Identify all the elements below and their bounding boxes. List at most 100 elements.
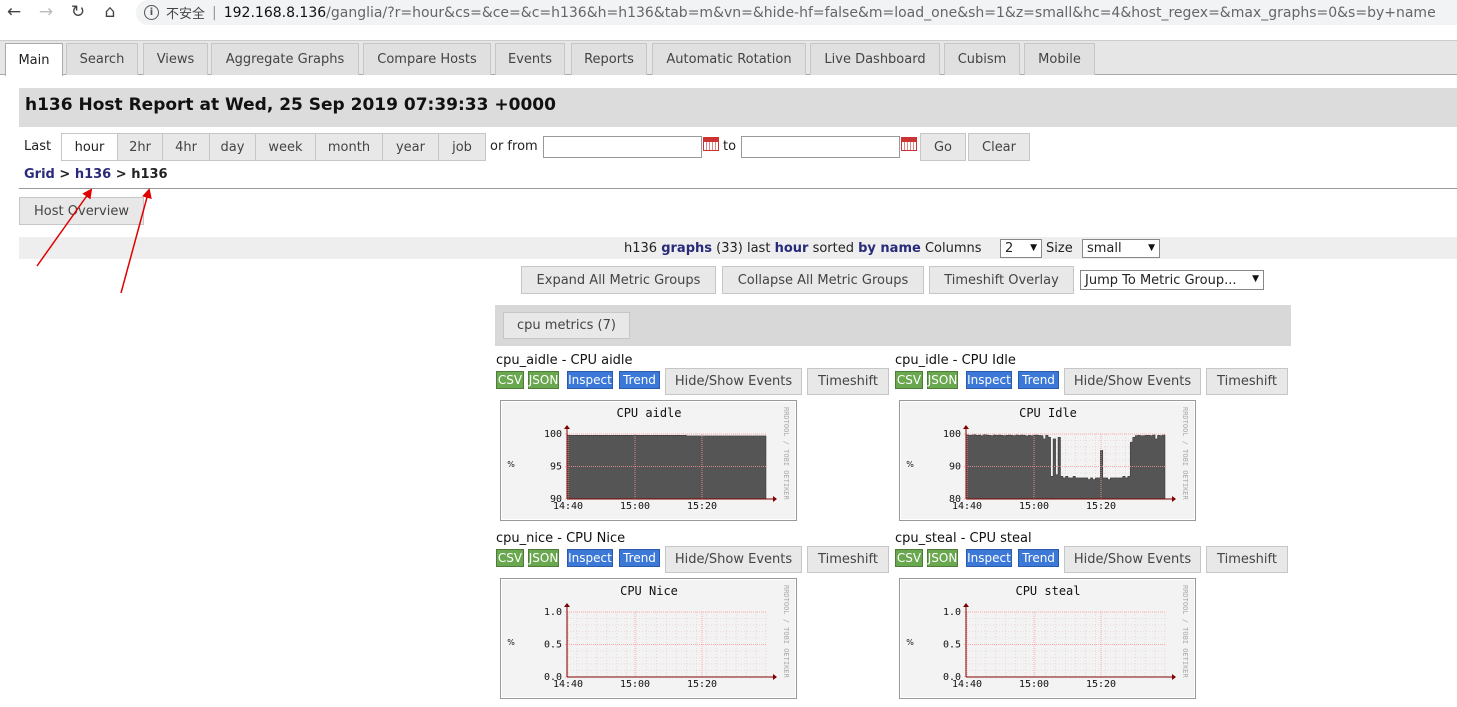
breadcrumb-cluster-link[interactable]: h136 (75, 167, 111, 182)
go-button[interactable]: Go (920, 133, 966, 161)
tab-automatic-rotation[interactable]: Automatic Rotation (652, 43, 806, 75)
chart-title: CPU Idle (1019, 406, 1077, 420)
columns-label: Columns (924, 241, 982, 256)
hide-show-events-button[interactable]: Hide/Show Events (1064, 368, 1201, 395)
timeshift-overlay-button[interactable]: Timeshift Overlay (929, 266, 1074, 294)
host-overview-button[interactable]: Host Overview (19, 197, 144, 225)
rrdtool-watermark: RRDTOOL / TOBI OETIKER (782, 585, 790, 679)
cpu-metrics-toggle[interactable]: cpu metrics (7) (503, 312, 630, 339)
rrd-graph[interactable]: 100 95 90 14:40 15:00 15:20 CPU aidle% RRDTOOL … (500, 400, 797, 521)
csv-button[interactable]: CSV (895, 549, 923, 567)
x-tick-label: 14:40 (553, 501, 583, 512)
address-bar[interactable]: i 不安全 | 192.168.8.136/ganglia/?r=hour&cs… (136, 0, 1457, 25)
chart-svg: 1.00.50.014:40 15:00 15:20CPU Nice% RRDTOOL… (507, 584, 790, 690)
tab-events[interactable]: Events (495, 43, 565, 75)
y-axis-label: % (906, 460, 914, 469)
hide-show-events-button[interactable]: Hide/Show Events (665, 546, 802, 573)
columns-select[interactable]: 2 ▼ (1000, 239, 1042, 258)
series-area (566, 435, 767, 500)
back-icon[interactable]: ← (4, 2, 24, 22)
reload-icon[interactable]: ↻ (68, 2, 88, 22)
json-button[interactable]: JSON (927, 549, 958, 567)
tab-reports[interactable]: Reports (571, 43, 647, 75)
y-tick-label: 1.0 (544, 607, 562, 618)
url-host: 192.168.8.136 (223, 4, 327, 21)
jump-to-group-select[interactable]: Jump To Metric Group... ▼ (1080, 270, 1264, 290)
tab-main[interactable]: Main (5, 43, 63, 76)
calendar-icon[interactable] (901, 137, 917, 151)
graph-caption: cpu_aidle - CPU aidle (496, 353, 633, 368)
trend-button[interactable]: Trend (619, 371, 660, 389)
breadcrumb-grid-link[interactable]: Grid (24, 167, 55, 182)
csv-button[interactable]: CSV (895, 371, 923, 389)
tab-views[interactable]: Views (143, 43, 208, 75)
rrd-graph[interactable]: 1.0 0.5 0.0 14:40 15:00 15:20 CPU steal% RRDTOO… (899, 578, 1196, 699)
info-icon[interactable]: i (144, 5, 159, 20)
range-2hr-button[interactable]: 2hr (118, 134, 163, 160)
jump-to-group-value: Jump To Metric Group... (1085, 272, 1237, 288)
hide-show-events-button[interactable]: Hide/Show Events (665, 368, 802, 395)
range-hour-button[interactable]: hour (62, 134, 118, 160)
size-select[interactable]: small ▼ (1082, 239, 1160, 258)
range-buttons: hour 2hr 4hr day week month year job (61, 133, 486, 161)
csv-button[interactable]: CSV (496, 549, 524, 567)
hide-show-events-button[interactable]: Hide/Show Events (1064, 546, 1201, 573)
range-job-button[interactable]: job (439, 134, 485, 160)
tab-mobile[interactable]: Mobile (1024, 43, 1095, 75)
rrd-graph[interactable]: 1.0 0.5 0.0 14:40 15:00 15:20 CPU Nice% RRDTOOL… (500, 578, 797, 699)
inspect-button[interactable]: Inspect (567, 371, 613, 389)
clear-button[interactable]: Clear (968, 133, 1030, 161)
forward-icon[interactable]: → (36, 2, 56, 22)
last-word: last (746, 241, 771, 256)
inspect-button[interactable]: Inspect (966, 371, 1012, 389)
inspect-button[interactable]: Inspect (966, 549, 1012, 567)
chart-svg: 100908014:40 15:00 15:20CPU Idle% RRDTOOL /… (906, 406, 1189, 512)
trend-button[interactable]: Trend (619, 549, 660, 567)
expand-all-button[interactable]: Expand All Metric Groups (521, 266, 716, 294)
chevron-down-icon: ▼ (1030, 243, 1037, 253)
to-date-input[interactable] (741, 136, 900, 158)
rrd-graph[interactable]: 100 90 80 14:40 15:00 15:20 CPU Idle% RRDTOOL /… (899, 400, 1196, 521)
csv-button[interactable]: CSV (496, 371, 524, 389)
tab-search[interactable]: Search (66, 43, 138, 75)
trend-button[interactable]: Trend (1018, 371, 1059, 389)
trend-button[interactable]: Trend (1018, 549, 1059, 567)
x-tick-label: 15:20 (1086, 501, 1116, 512)
divider (19, 188, 1457, 189)
y-axis-arrow (963, 425, 969, 429)
json-button[interactable]: JSON (528, 371, 559, 389)
tab-live-dashboard[interactable]: Live Dashboard (810, 43, 940, 75)
range-4hr-button[interactable]: 4hr (163, 134, 210, 160)
tab-compare-hosts[interactable]: Compare Hosts (363, 43, 491, 75)
calendar-icon[interactable] (703, 137, 719, 151)
timeshift-button[interactable]: Timeshift (807, 546, 889, 573)
timeshift-button[interactable]: Timeshift (807, 368, 889, 395)
collapse-all-button[interactable]: Collapse All Metric Groups (722, 266, 924, 294)
x-tick-label: 15:00 (620, 679, 650, 690)
tab-aggregate-graphs[interactable]: Aggregate Graphs (211, 43, 359, 75)
x-tick-label: 15:20 (687, 679, 717, 690)
inspect-button[interactable]: Inspect (567, 549, 613, 567)
timeshift-button[interactable]: Timeshift (1206, 368, 1288, 395)
sort-by-name: by name (858, 241, 921, 256)
timeshift-button[interactable]: Timeshift (1206, 546, 1288, 573)
home-icon[interactable]: ⌂ (100, 2, 120, 22)
x-tick-label: 14:40 (952, 501, 982, 512)
range-day-button[interactable]: day (210, 134, 256, 160)
range-year-button[interactable]: year (383, 134, 439, 160)
graphs-host: h136 (624, 241, 658, 256)
tab-cubism[interactable]: Cubism (944, 43, 1020, 75)
json-button[interactable]: JSON (927, 371, 958, 389)
to-label: to (723, 139, 737, 154)
y-axis-arrow (564, 425, 570, 429)
range-week-button[interactable]: week (256, 134, 316, 160)
metric-group-header: cpu metrics (7) (495, 305, 1291, 346)
range-month-button[interactable]: month (316, 134, 383, 160)
json-button[interactable]: JSON (528, 549, 559, 567)
y-tick-label: 1.0 (943, 607, 961, 618)
x-axis-arrow (1172, 496, 1176, 502)
chart-title: CPU aidle (616, 406, 681, 420)
breadcrumb-host: h136 (131, 167, 168, 182)
from-date-input[interactable] (543, 136, 702, 158)
graph-caption: cpu_steal - CPU steal (895, 531, 1032, 546)
